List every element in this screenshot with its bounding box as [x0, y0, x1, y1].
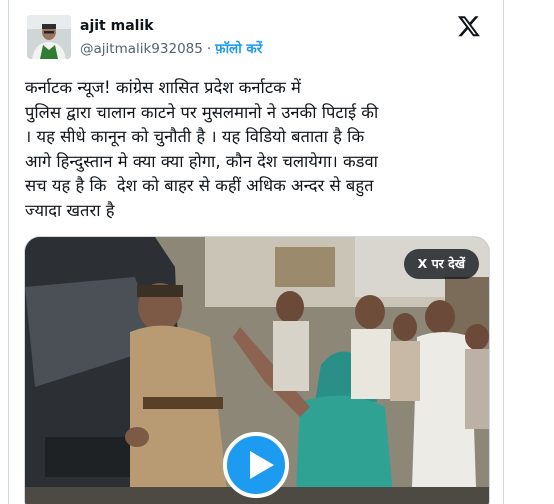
- x-logo-icon[interactable]: [457, 14, 481, 38]
- author-handle[interactable]: @ajitmalik932085: [80, 41, 203, 57]
- author-name[interactable]: ajit malik: [80, 18, 154, 34]
- view-on-x-button[interactable]: X पर देखें: [403, 249, 479, 279]
- play-button[interactable]: [223, 432, 289, 498]
- avatar-photo: [27, 15, 71, 59]
- author-meta: @ajitmalik932085 · फ़ॉलो करें: [80, 39, 262, 57]
- separator-dot: ·: [206, 41, 212, 57]
- avatar[interactable]: [27, 15, 71, 59]
- follow-button[interactable]: फ़ॉलो करें: [215, 41, 262, 57]
- video-player[interactable]: X पर देखें: [24, 236, 490, 504]
- play-icon: [250, 451, 274, 479]
- tweet-card: ajit malik @ajitmalik932085 · फ़ॉलो करें क…: [8, 0, 504, 504]
- tweet-text: कर्नाटक न्यूज! कांग्रेस शासित प्रदेश कर्…: [25, 78, 379, 220]
